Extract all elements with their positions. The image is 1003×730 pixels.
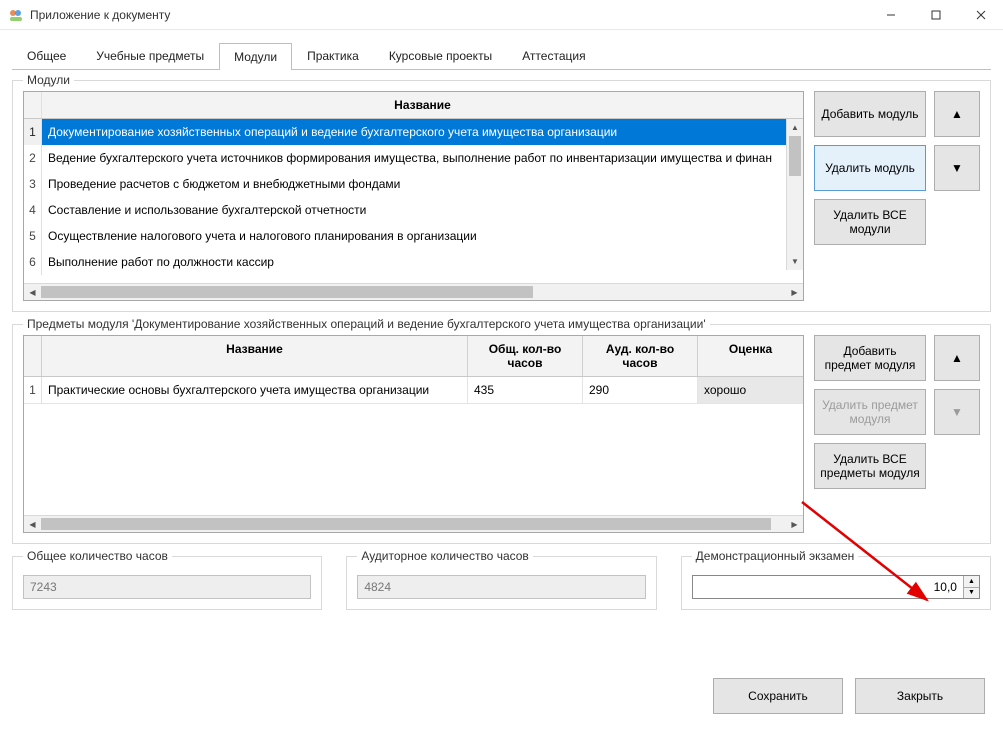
delete-module-button[interactable]: Удалить модуль xyxy=(814,145,926,191)
tab-attestation[interactable]: Аттестация xyxy=(507,42,600,69)
modules-legend: Модули xyxy=(23,73,74,87)
triangle-down-icon: ▼ xyxy=(951,405,963,419)
scroll-down-icon[interactable]: ▼ xyxy=(787,253,803,270)
grade-dropdown[interactable]: хорошо xyxy=(698,377,803,403)
move-subject-down-button[interactable]: ▼ xyxy=(934,389,980,435)
window-title: Приложение к документу xyxy=(30,8,868,22)
col-total: Общ. кол-во часов xyxy=(468,336,583,376)
col-grade: Оценка xyxy=(698,336,803,376)
triangle-down-icon: ▼ xyxy=(951,161,963,175)
delete-subject-button[interactable]: Удалить предмет модуля xyxy=(814,389,926,435)
modules-vertical-scrollbar[interactable]: ▲ ▼ xyxy=(786,119,803,270)
modules-groupbox: Модули Название 1 Документирование хозяй… xyxy=(12,80,991,312)
add-module-button[interactable]: Добавить модуль xyxy=(814,91,926,137)
modules-horizontal-scrollbar[interactable]: ◀ ▶ xyxy=(24,283,803,300)
scroll-left-icon[interactable]: ◀ xyxy=(24,284,41,300)
tab-subjects[interactable]: Учебные предметы xyxy=(81,42,219,69)
scroll-right-icon[interactable]: ▶ xyxy=(786,516,803,532)
titlebar: Приложение к документу xyxy=(0,0,1003,30)
scroll-up-icon[interactable]: ▲ xyxy=(787,119,803,136)
minimize-button[interactable] xyxy=(868,0,913,30)
col-aud: Ауд. кол-во часов xyxy=(583,336,698,376)
tab-general[interactable]: Общее xyxy=(12,42,81,69)
close-button[interactable] xyxy=(958,0,1003,30)
table-row[interactable]: 4 Составление и использование бухгалтерс… xyxy=(24,197,786,223)
move-subject-up-button[interactable]: ▲ xyxy=(934,335,980,381)
move-module-down-button[interactable]: ▼ xyxy=(934,145,980,191)
table-row[interactable]: 6 Выполнение работ по должности кассир xyxy=(24,249,786,275)
subjects-legend: Предметы модуля 'Документирование хозяйс… xyxy=(23,317,710,331)
maximize-button[interactable] xyxy=(913,0,958,30)
spin-down-button[interactable]: ▼ xyxy=(964,588,979,599)
table-row[interactable]: 3 Проведение расчетов с бюджетом и внебю… xyxy=(24,171,786,197)
tab-modules[interactable]: Модули xyxy=(219,43,292,70)
save-button[interactable]: Сохранить xyxy=(713,678,843,714)
table-row[interactable]: 1 Практические основы бухгалтерского уче… xyxy=(24,377,803,404)
tabs: Общее Учебные предметы Модули Практика К… xyxy=(0,30,1003,69)
tab-coursework[interactable]: Курсовые проекты xyxy=(374,42,507,69)
modules-grid-header: Название xyxy=(42,92,803,119)
total-hours-label: Общее количество часов xyxy=(23,549,172,563)
subjects-groupbox: Предметы модуля 'Документирование хозяйс… xyxy=(12,324,991,544)
add-subject-button[interactable]: Добавить предмет модуля xyxy=(814,335,926,381)
modules-grid[interactable]: Название 1 Документирование хозяйственны… xyxy=(23,91,804,301)
subjects-grid[interactable]: Название Общ. кол-во часов Ауд. кол-во ч… xyxy=(23,335,804,533)
demo-exam-label: Демонстрационный экзамен xyxy=(692,549,859,563)
demo-exam-field[interactable] xyxy=(693,576,963,598)
table-row[interactable]: 5 Осуществление налогового учета и налог… xyxy=(24,223,786,249)
delete-all-modules-button[interactable]: Удалить ВСЕ модули xyxy=(814,199,926,245)
spin-up-button[interactable]: ▲ xyxy=(964,576,979,588)
triangle-up-icon: ▲ xyxy=(951,107,963,121)
move-module-up-button[interactable]: ▲ xyxy=(934,91,980,137)
aud-hours-field xyxy=(357,575,645,599)
total-hours-group: Общее количество часов xyxy=(12,556,322,610)
table-row[interactable]: 1 Документирование хозяйственных операци… xyxy=(24,119,786,145)
scroll-right-icon[interactable]: ▶ xyxy=(786,284,803,300)
subjects-horizontal-scrollbar[interactable]: ◀ ▶ xyxy=(24,515,803,532)
delete-all-subjects-button[interactable]: Удалить ВСЕ предметы модуля xyxy=(814,443,926,489)
table-row[interactable]: 2 Ведение бухгалтерского учета источнико… xyxy=(24,145,786,171)
total-hours-field xyxy=(23,575,311,599)
demo-exam-group: Демонстрационный экзамен ▲ ▼ xyxy=(681,556,991,610)
tab-practice[interactable]: Практика xyxy=(292,42,374,69)
app-icon xyxy=(8,7,24,23)
scroll-left-icon[interactable]: ◀ xyxy=(24,516,41,532)
close-dialog-button[interactable]: Закрыть xyxy=(855,678,985,714)
aud-hours-group: Аудиторное количество часов xyxy=(346,556,656,610)
triangle-up-icon: ▲ xyxy=(951,351,963,365)
aud-hours-label: Аудиторное количество часов xyxy=(357,549,532,563)
col-name: Название xyxy=(42,336,468,376)
